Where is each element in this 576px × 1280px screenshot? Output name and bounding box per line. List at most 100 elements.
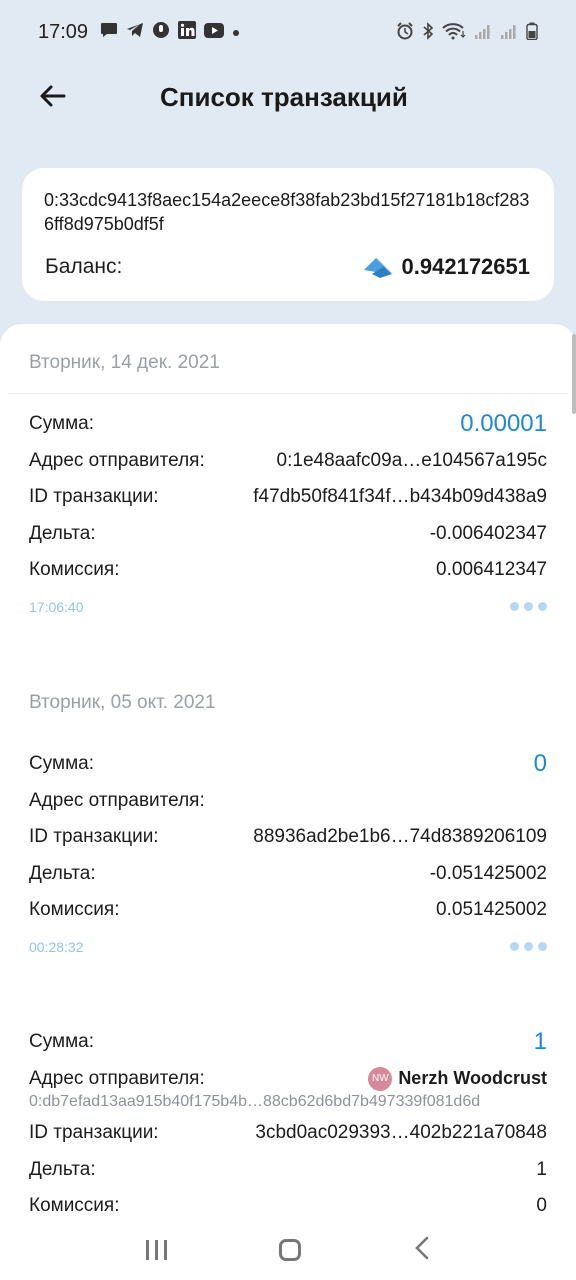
- contact-avatar: NW: [368, 1066, 393, 1091]
- delta-label: Дельта:: [29, 522, 96, 544]
- bar-icon: [155, 1240, 159, 1260]
- dot-icon: [538, 602, 547, 611]
- fee-value: 0: [536, 1195, 547, 1217]
- app-header: Список транзакций: [0, 64, 576, 130]
- txid-value[interactable]: 3cbd0ac029393…402b221a70848: [255, 1122, 547, 1144]
- amount-row: Сумма: 0: [29, 746, 547, 783]
- txid-value[interactable]: f47db50f841f34f…b434b09d438a9: [253, 486, 547, 508]
- fee-value: 0.051425002: [436, 899, 547, 921]
- amount-value: 1: [533, 1028, 547, 1056]
- sender-row: Адрес отправителя: 0:1e48aafc09a…e104567…: [29, 443, 547, 480]
- fee-value: 0.006412347: [436, 559, 547, 581]
- sender-value[interactable]: 0:1e48aafc09a…e104567a195c: [277, 450, 547, 472]
- alarm-icon: [396, 21, 414, 43]
- status-time: 17:09: [38, 20, 89, 43]
- sender-label: Адрес отправителя:: [29, 1067, 205, 1089]
- token-icon: [363, 257, 392, 278]
- dot-icon: [538, 942, 547, 951]
- txid-row: ID транзакции: 88936ad2be1b6…74d83892061…: [29, 819, 547, 856]
- bar-icon: [164, 1240, 168, 1260]
- delta-row: Дельта: -0.006402347: [29, 516, 547, 553]
- divider: [8, 393, 568, 394]
- message-icon: [100, 22, 118, 42]
- fee-label: Комиссия:: [29, 1195, 120, 1217]
- delta-value: -0.006402347: [429, 522, 547, 544]
- transactions-sheet: Вторник, 14 дек. 2021 Сумма: 0.00001 Адр…: [0, 324, 576, 1220]
- more-options-button[interactable]: [510, 602, 547, 611]
- account-address[interactable]: 0:33cdc9413f8aec154a2eece8f38fab23bd15f2…: [44, 188, 534, 236]
- amount-row: Сумма: 1: [29, 1024, 547, 1061]
- youtube-icon: [204, 22, 225, 42]
- more-options-button[interactable]: [510, 942, 547, 951]
- home-button[interactable]: [279, 1239, 302, 1261]
- page-title: Список транзакций: [160, 82, 408, 112]
- amount-row: Сумма: 0.00001: [29, 406, 547, 443]
- balance-row: Баланс: 0.942172651: [45, 254, 530, 280]
- telegram-icon: [126, 22, 144, 42]
- transaction-item[interactable]: Сумма: 0.00001 Адрес отправителя: 0:1e48…: [29, 406, 547, 625]
- delta-label: Дельта:: [29, 1158, 96, 1180]
- delta-value: 1: [536, 1158, 547, 1180]
- date-header: Вторник, 05 окт. 2021: [29, 692, 216, 713]
- back-button[interactable]: [34, 78, 70, 114]
- amount-label: Сумма:: [29, 753, 94, 775]
- notification-icons: [100, 21, 240, 43]
- amount-label: Сумма:: [29, 1031, 94, 1053]
- bluetooth-icon: [422, 21, 434, 43]
- mic-icon: [152, 21, 170, 43]
- delta-label: Дельта:: [29, 862, 96, 884]
- signal-icon: [474, 22, 492, 43]
- txid-label: ID транзакции:: [29, 826, 159, 848]
- fee-label: Комиссия:: [29, 559, 120, 581]
- delta-row: Дельта: -0.051425002: [29, 856, 547, 893]
- tx-footer: 00:28:32: [29, 929, 547, 965]
- fee-row: Комиссия: 0.051425002: [29, 892, 547, 929]
- signal-r-icon: [500, 22, 518, 43]
- sender-label: Адрес отправителя:: [29, 449, 205, 471]
- tx-time: 00:28:32: [29, 938, 84, 955]
- txid-label: ID транзакции:: [29, 486, 159, 508]
- dot-icon: [232, 24, 240, 41]
- date-header: Вторник, 14 дек. 2021: [29, 352, 220, 373]
- sender-row: Адрес отправителя: NW Nerzh Woodcrust: [29, 1061, 547, 1098]
- contact-name: Nerzh Woodcrust: [398, 1068, 547, 1089]
- system-nav-bar: [0, 1220, 576, 1280]
- arrow-left-icon: [40, 85, 66, 107]
- balance-value-wrap: 0.942172651: [362, 254, 530, 280]
- sender-label: Адрес отправителя:: [29, 789, 205, 811]
- recents-button[interactable]: [146, 1240, 168, 1260]
- system-back-button[interactable]: [414, 1236, 430, 1265]
- sender-row: Адрес отправителя:: [29, 783, 547, 820]
- sender-contact[interactable]: NW Nerzh Woodcrust: [368, 1066, 547, 1091]
- tx-footer: 17:06:40: [29, 589, 547, 625]
- balance-label: Баланс:: [45, 255, 123, 278]
- dot-icon: [510, 602, 519, 611]
- delta-value: -0.051425002: [429, 862, 547, 884]
- txid-label: ID транзакции:: [29, 1122, 159, 1144]
- chevron-left-icon: [414, 1236, 429, 1259]
- battery-icon: [526, 22, 538, 43]
- amount-label: Сумма:: [29, 413, 94, 435]
- wifi-icon: [442, 22, 466, 43]
- fee-row: Комиссия: 0: [29, 1188, 547, 1220]
- transaction-item[interactable]: Сумма: 1 Адрес отправителя: NW Nerzh Woo…: [29, 1024, 547, 1220]
- transaction-item[interactable]: Сумма: 0 Адрес отправителя: ID транзакци…: [29, 746, 547, 965]
- amount-value: 0.00001: [460, 410, 547, 438]
- delta-row: Дельта: 1: [29, 1152, 547, 1189]
- balance-value: 0.942172651: [401, 254, 530, 279]
- amount-value: 0: [533, 750, 547, 778]
- bar-icon: [146, 1240, 150, 1260]
- linkedin-icon: [178, 21, 197, 43]
- txid-row: ID транзакции: 3cbd0ac029393…402b221a708…: [29, 1115, 547, 1152]
- txid-value[interactable]: 88936ad2be1b6…74d8389206109: [253, 826, 547, 848]
- account-card: 0:33cdc9413f8aec154a2eece8f38fab23bd15f2…: [22, 168, 554, 301]
- status-bar: 17:09: [0, 0, 576, 64]
- dot-icon: [524, 602, 533, 611]
- fee-label: Комиссия:: [29, 899, 120, 921]
- txid-row: ID транзакции: f47db50f841f34f…b434b09d4…: [29, 479, 547, 516]
- scrollbar[interactable]: [572, 334, 576, 414]
- tx-time: 17:06:40: [29, 598, 84, 615]
- system-icons: [396, 21, 538, 43]
- fee-row: Комиссия: 0.006412347: [29, 552, 547, 589]
- dot-icon: [524, 942, 533, 951]
